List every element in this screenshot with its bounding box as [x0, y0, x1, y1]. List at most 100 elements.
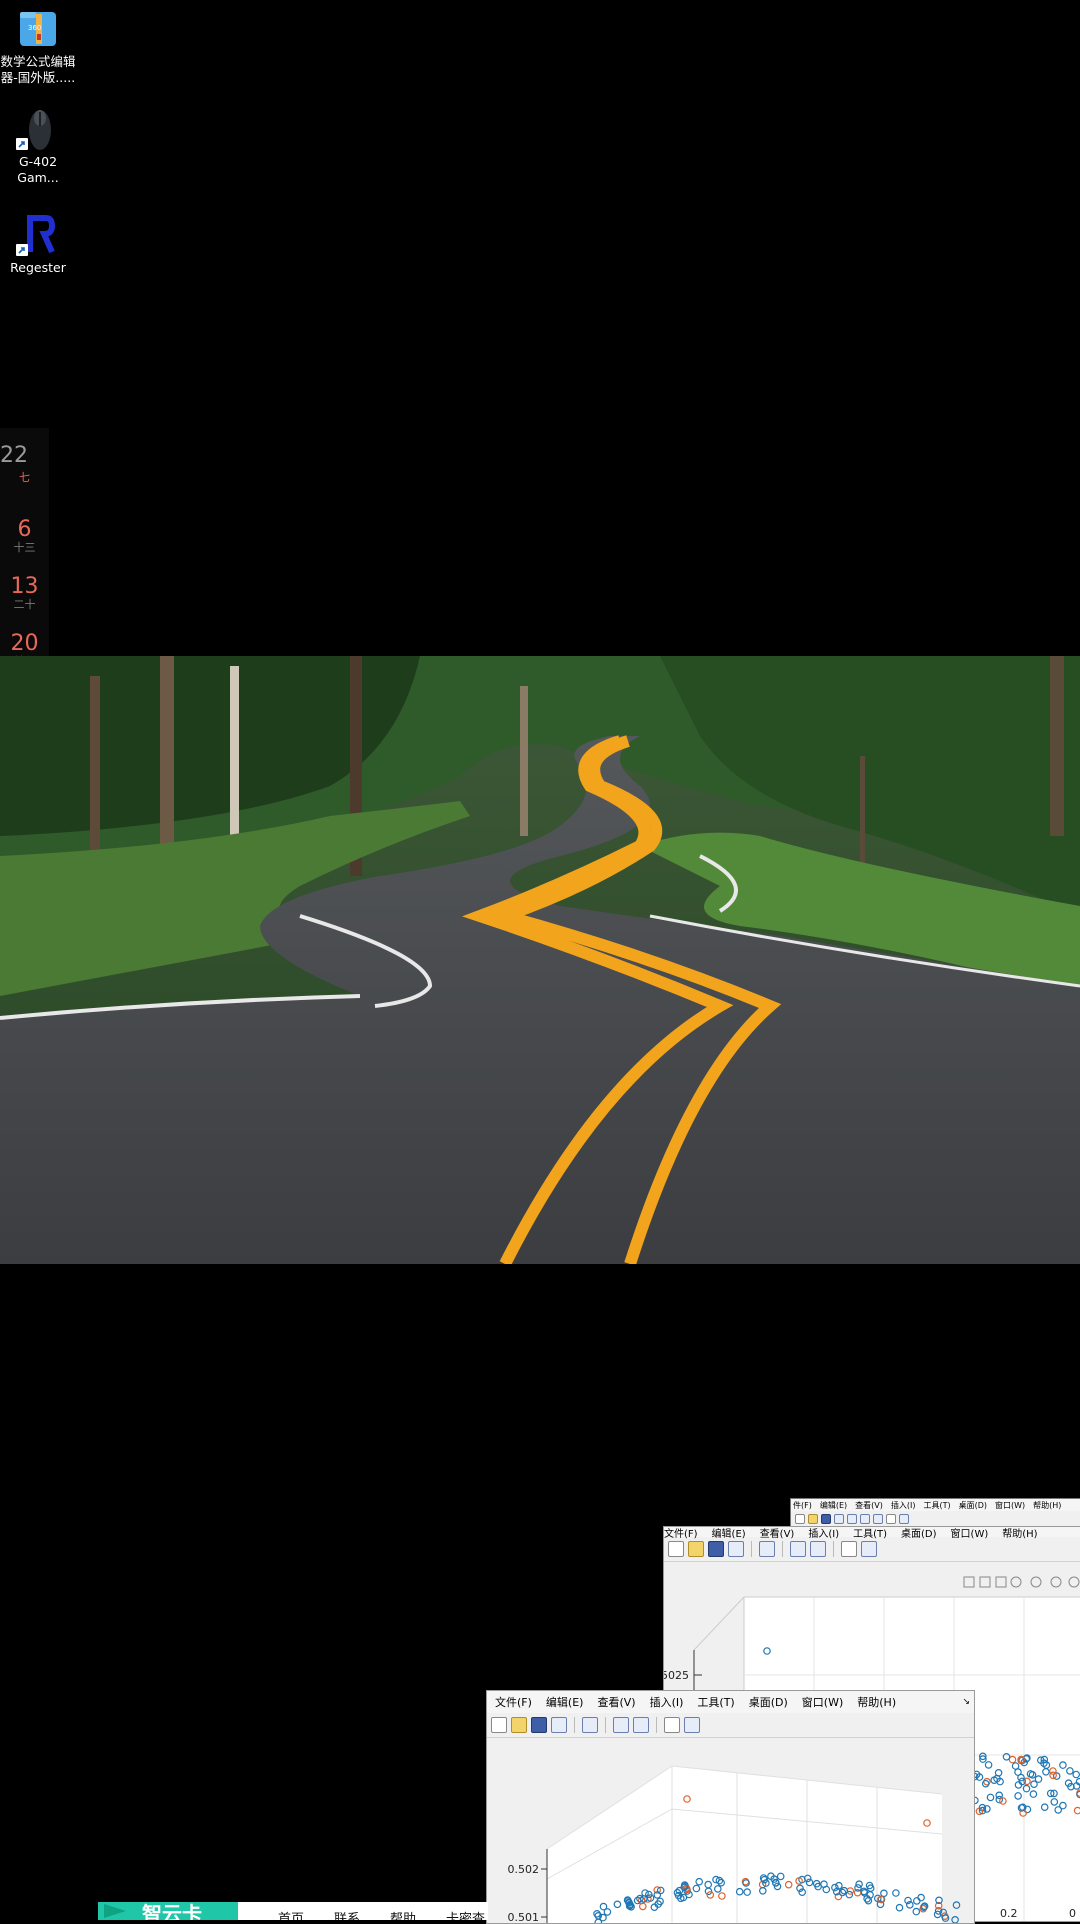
logo-mark-icon — [104, 1904, 126, 1918]
site-nav: 首页 联系 帮助 卡密查 — [278, 1908, 485, 1920]
save-icon[interactable] — [708, 1541, 724, 1557]
open-file-icon[interactable] — [511, 1717, 527, 1733]
desktop-icon-label-1: Regester — [10, 260, 66, 275]
menu-item[interactable]: 帮助(H) — [857, 1694, 896, 1710]
save-icon[interactable] — [531, 1717, 547, 1733]
pointer-icon[interactable] — [886, 1514, 896, 1524]
brand-name: 智云卡 — [142, 1902, 202, 1920]
svg-text:360: 360 — [28, 24, 41, 32]
colorbar-icon[interactable] — [790, 1541, 806, 1557]
desktop-icon-gaming-mouse[interactable]: G-402 Gam... — [0, 106, 76, 186]
save-icon[interactable] — [821, 1514, 831, 1524]
site-logo[interactable]: 智云卡 — [98, 1902, 238, 1920]
print-icon[interactable] — [834, 1514, 844, 1524]
menu-item[interactable]: 插入(I) — [891, 1500, 916, 1511]
print-icon[interactable] — [551, 1717, 567, 1733]
calendar-cell[interactable]: 13 二十 — [0, 575, 49, 611]
menu-item[interactable]: 编辑(E) — [712, 1527, 746, 1540]
axes-container: 0.502 0.501 — [487, 1739, 974, 1923]
colorbar-icon[interactable] — [860, 1514, 870, 1524]
menu-item[interactable]: 编辑(E) — [546, 1694, 584, 1710]
toolbar-separator — [751, 1541, 752, 1557]
pointer-icon[interactable] — [841, 1541, 857, 1557]
property-editor-icon[interactable] — [861, 1541, 877, 1557]
legend-icon[interactable] — [873, 1514, 883, 1524]
toolbar-separator — [605, 1717, 606, 1733]
menu-item[interactable]: 查看(V) — [855, 1500, 883, 1511]
y-tick-label: 0.502 — [508, 1863, 540, 1876]
menu-bar: 文件(F) 编辑(E) 查看(V) 插入(I) 工具(T) 桌面(D) 窗口(W… — [487, 1691, 974, 1713]
scatter3-plot-front[interactable]: 0.502 0.501 — [487, 1739, 974, 1923]
calendar-cell[interactable]: 6 十三 — [0, 518, 49, 554]
open-file-icon[interactable] — [808, 1514, 818, 1524]
print-icon[interactable] — [728, 1541, 744, 1557]
toolbar-separator — [833, 1541, 834, 1557]
menu-item[interactable]: 工具(T) — [923, 1500, 950, 1511]
desktop-icon-label-1: 数学公式编辑 — [0, 54, 76, 69]
menu-item[interactable]: 文件(F) — [495, 1694, 532, 1710]
menu-item[interactable]: 帮助(H) — [1033, 1500, 1061, 1511]
menu-item[interactable]: 查看(V) — [760, 1527, 795, 1540]
y-tick-label: 0.5025 — [664, 1669, 689, 1682]
link-icon[interactable] — [847, 1514, 857, 1524]
gaming-mouse-icon — [16, 106, 60, 150]
regester-icon — [16, 212, 60, 256]
nav-link[interactable]: 首页 — [278, 1908, 304, 1920]
menu-bar: 件(F) 编辑(E) 查看(V) 插入(I) 工具(T) 桌面(D) 窗口(W)… — [791, 1499, 1080, 1511]
menu-item[interactable]: 插入(I) — [650, 1694, 684, 1710]
menu-item[interactable]: 工具(T) — [853, 1527, 887, 1540]
menu-item[interactable]: 窗口(W) — [951, 1527, 989, 1540]
menu-item[interactable]: 窗口(W) — [995, 1500, 1025, 1511]
toolbar-separator — [574, 1717, 575, 1733]
figure-toolbar — [487, 1713, 974, 1738]
menu-item[interactable]: 桌面(D) — [959, 1500, 987, 1511]
menu-item[interactable]: 查看(V) — [597, 1694, 635, 1710]
toolbar-separator — [782, 1541, 783, 1557]
calendar-cell[interactable]: 22 七 — [0, 444, 49, 484]
nav-link[interactable]: 帮助 — [390, 1908, 416, 1920]
x-tick-label: 0.2 — [1000, 1907, 1018, 1920]
menu-item[interactable]: 文件(F) — [664, 1527, 698, 1540]
menu-item[interactable]: 帮助(H) — [1002, 1527, 1037, 1540]
property-editor-icon[interactable] — [899, 1514, 909, 1524]
calendar-lunar: 七 — [19, 471, 30, 484]
figure-toolbar — [664, 1537, 1080, 1562]
colorbar-icon[interactable] — [613, 1717, 629, 1733]
toolbar-separator — [656, 1717, 657, 1733]
zip-archive-icon: 360 — [16, 6, 60, 50]
desktop-wallpaper — [0, 656, 1080, 1264]
menu-item[interactable]: 桌面(D) — [901, 1527, 937, 1540]
menu-item[interactable]: 件(F) — [793, 1500, 812, 1511]
calendar-day: 20 — [10, 631, 39, 656]
nav-link[interactable]: 联系 — [334, 1908, 360, 1920]
matlab-figure-window-front[interactable]: 文件(F) 编辑(E) 查看(V) 插入(I) 工具(T) 桌面(D) 窗口(W… — [486, 1690, 975, 1924]
menu-item[interactable]: 窗口(W) — [802, 1694, 843, 1710]
calendar-day: 13 — [10, 574, 39, 599]
shortcut-arrow-icon — [16, 138, 28, 150]
property-editor-icon[interactable] — [684, 1717, 700, 1733]
y-tick-label: 0.501 — [508, 1911, 540, 1923]
new-figure-icon[interactable] — [668, 1541, 684, 1557]
browser-page-strip: 智云卡 首页 联系 帮助 卡密查 — [98, 1902, 488, 1920]
desktop-icon-zip-archive[interactable]: 360 数学公式编辑 器-国外版..... — [0, 6, 76, 86]
link-plot-icon[interactable] — [759, 1541, 775, 1557]
menu-item[interactable]: 工具(T) — [697, 1694, 734, 1710]
nav-link[interactable]: 卡密查 — [446, 1908, 485, 1920]
calendar-lunar: 二十 — [13, 598, 36, 611]
calendar-day: 22 — [0, 443, 28, 468]
new-figure-icon[interactable] — [795, 1514, 805, 1524]
desktop-icon-regester[interactable]: Regester — [0, 212, 76, 276]
new-figure-icon[interactable] — [491, 1717, 507, 1733]
legend-icon[interactable] — [810, 1541, 826, 1557]
link-plot-icon[interactable] — [582, 1717, 598, 1733]
legend-icon[interactable] — [633, 1717, 649, 1733]
axes-toolbar — [963, 1576, 1080, 1588]
menu-item[interactable]: 桌面(D) — [749, 1694, 788, 1710]
pointer-icon[interactable] — [664, 1717, 680, 1733]
open-file-icon[interactable] — [688, 1541, 704, 1557]
menu-item[interactable]: 插入(I) — [808, 1527, 839, 1540]
dock-arrow-icon[interactable]: ↘ — [962, 1697, 974, 1707]
menu-item[interactable]: 编辑(E) — [820, 1500, 847, 1511]
menu-bar: 文件(F) 编辑(E) 查看(V) 插入(I) 工具(T) 桌面(D) 窗口(W… — [664, 1527, 1080, 1540]
desktop-icon-label-2: Gam... — [17, 170, 59, 185]
